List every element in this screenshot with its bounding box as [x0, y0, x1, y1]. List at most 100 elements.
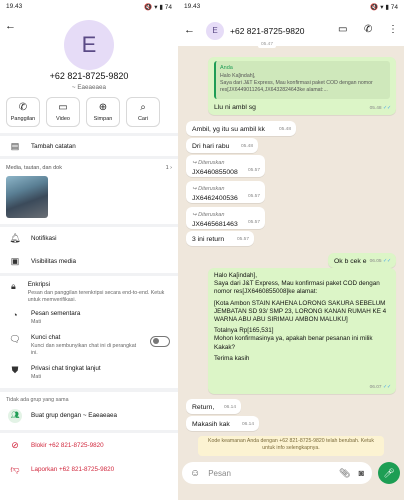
message-text: Return, [192, 404, 215, 411]
create-group-row[interactable]: 👥︎ Buat grup dengan ~ Eaeaeaea [0, 403, 178, 428]
media-thumbnail[interactable] [6, 176, 48, 218]
phone-icon: ✆ [18, 102, 28, 113]
block-row[interactable]: ⊘ Blokir +62 821-8725-9820 [0, 433, 178, 457]
mic-button[interactable]: 🎤︎ [378, 462, 400, 484]
status-bar: 19.43 🔇 ▾ ▮ 74 [0, 0, 178, 14]
message-text: Dri hari rabu [192, 143, 230, 150]
forwarded-label: Diteruskan [198, 160, 225, 166]
chat-lock-subtitle: Kunci dan sembunyikan chat ini di perang… [31, 343, 137, 356]
add-note-row[interactable]: ▤ Tambah catatan [0, 136, 178, 156]
message-incoming[interactable]: Return, 06.14 [186, 399, 241, 414]
disappearing-row[interactable]: ◔ Pesan sementara Mati [0, 306, 178, 330]
forward-icon: ↪ [192, 160, 197, 166]
chat-avatar[interactable]: E [206, 22, 224, 40]
message-text: Ok b cek e [334, 258, 367, 265]
back-arrow-icon[interactable]: ← [184, 24, 195, 36]
call-button[interactable]: ✆ Panggilan [6, 97, 40, 127]
message-line: Totalnya Rp[165,531] [214, 327, 274, 335]
video-call-icon[interactable]: ▭ [338, 24, 347, 35]
nav-bar [178, 488, 404, 500]
call-label: Panggilan [10, 116, 36, 122]
message-time: 06.14 [223, 405, 236, 410]
action-buttons: ✆ Panggilan ▭ Video ⊕ Simpan ⌕ Cari [6, 97, 160, 127]
message-line: Halo Ka[indah], [214, 272, 258, 279]
advanced-privacy-row[interactable]: ⛊ Privasi chat tingkat lanjut Mati [0, 361, 178, 386]
message-text: 3 ini return [192, 236, 225, 243]
block-icon: ⊘ [11, 439, 19, 450]
message-time: 06.07 [369, 384, 382, 390]
avatar[interactable]: E [64, 20, 114, 70]
search-button[interactable]: ⌕ Cari [126, 97, 160, 127]
back-arrow-icon[interactable]: ← [5, 20, 16, 32]
message-incoming[interactable]: Makasih kak 06.14 [186, 416, 259, 431]
save-contact-button[interactable]: ⊕ Simpan [86, 97, 120, 127]
privacy-subtitle: Mati [31, 374, 42, 380]
quoted-message[interactable]: Anda Halo Ka[indah], Saya dari J&T Expre… [214, 61, 390, 99]
message-text: Makasih kak [192, 421, 230, 428]
message-input[interactable]: Pesan [208, 469, 339, 478]
media-visibility-row[interactable]: ▣ Visibilitas media [0, 250, 178, 273]
chat-title[interactable]: +62 821-8725-9820 [230, 26, 304, 36]
mic-icon: 🎤︎ [383, 468, 395, 478]
video-icon: ▭ [58, 102, 68, 113]
chat-lock-row[interactable]: 🗨︎ Kunci chat Kunci dan sembunyikan chat … [0, 330, 178, 361]
double-check-icon: ✓✓ [382, 384, 391, 390]
message-outgoing[interactable]: Halo Ka[indah], Saya dari J&T Express, M… [208, 268, 396, 394]
encryption-row[interactable]: 🔒︎ Enkripsi Pesan dan panggilan terenkrip… [0, 276, 178, 306]
message-time: 05.48 [278, 127, 291, 132]
chevron-right-icon: › [170, 165, 172, 171]
status-icons: 🔇 ▾ ▮ 74 [144, 4, 172, 11]
top-time: 05.47 [258, 41, 277, 48]
message-incoming[interactable]: 3 ini return 05.57 [186, 231, 254, 246]
message-text: Ambil, yg itu su ambil kk [192, 126, 265, 133]
chat-lock-icon: 🗨︎ [9, 334, 21, 344]
chat-lock-title: Kunci chat [31, 334, 61, 341]
forwarded-message[interactable]: ↪ Diteruskan JX6465681463 05.57 [186, 207, 265, 229]
timer-icon: ◔ [12, 310, 18, 320]
add-note-label: Tambah catatan [31, 142, 76, 150]
notifications-row[interactable]: 🔔︎ Notifikasi [0, 227, 178, 250]
chat-panel: 19.43 🔇 ▾ ▮ 74 ← E +62 821-8725-9820 ▭ ✆… [178, 0, 404, 500]
block-label: Blokir +62 821-8725-9820 [31, 441, 104, 449]
danger-section: ⊘ Blokir +62 821-8725-9820 👎︎ Laporkan +62… [0, 433, 178, 483]
media-visibility-label: Visibilitas media [31, 258, 77, 265]
media-label: Media, tautan, dan dok [6, 165, 62, 171]
report-row[interactable]: 👎︎ Laporkan +62 821-8725-9820 [0, 457, 178, 481]
no-groups-label: Tidak ada grup yang sama [6, 397, 69, 403]
voice-call-icon[interactable]: ✆ [364, 24, 372, 35]
search-icon: ⌕ [140, 102, 146, 113]
emoji-icon[interactable]: ☺ [190, 468, 200, 479]
note-icon: ▤ [10, 140, 20, 151]
message-time: 05.48 [369, 106, 382, 111]
encryption-title: Enkripsi [27, 281, 51, 288]
attach-icon[interactable]: 📎︎ [339, 468, 350, 479]
security-notice[interactable]: Kode keamanan Anda dengan +62 821-8725-9… [198, 436, 384, 456]
message-time: 05.57 [247, 194, 260, 199]
camera-icon[interactable]: ◙ [359, 468, 364, 478]
contact-header: 19.43 🔇 ▾ ▮ 74 ← E +62 821-8725-9820 ~ E… [0, 0, 178, 133]
forwarded-message[interactable]: ↪ Diteruskan JX6460855008 05.57 [186, 155, 265, 177]
privacy-icon: ⛊ [11, 365, 19, 375]
media-section[interactable]: Media, tautan, dan dok 1 › [0, 159, 178, 224]
quote-author: Anda [220, 65, 233, 71]
avatar-letter: E [81, 32, 97, 57]
message-outgoing[interactable]: Anda Halo Ka[indah], Saya dari J&T Expre… [208, 57, 396, 115]
message-incoming[interactable]: Dri hari rabu 05.48 [186, 138, 258, 153]
create-group-label: Buat grup dengan ~ Eaeaeaea [31, 412, 117, 419]
message-text: Llu ni ambl sg [214, 104, 256, 111]
forwarded-message[interactable]: ↪ Diteruskan JX6462400536 05.57 [186, 181, 265, 203]
message-time: 05.48 [240, 144, 253, 149]
media-count: 1 [165, 165, 169, 171]
message-outgoing[interactable]: Ok b cek e 06.05 ✓✓ [328, 253, 396, 268]
search-label: Cari [137, 116, 149, 122]
chat-lock-toggle[interactable] [150, 336, 170, 347]
forwarded-label: Diteruskan [198, 186, 225, 192]
message-time: 05.57 [247, 168, 260, 173]
encryption-subtitle: Pesan dan panggilan terenkripsi secara e… [27, 290, 165, 303]
video-button[interactable]: ▭ Video [46, 97, 80, 127]
more-options-icon[interactable]: ⋮ [388, 24, 398, 35]
message-incoming[interactable]: Ambil, yg itu su ambil kk 05.48 [186, 121, 296, 136]
quote-text: Halo Ka[indah], Saya dari J&T Express, M… [220, 73, 373, 93]
disappearing-subtitle: Mati [31, 319, 42, 325]
message-line: Terima kasih [214, 354, 250, 362]
